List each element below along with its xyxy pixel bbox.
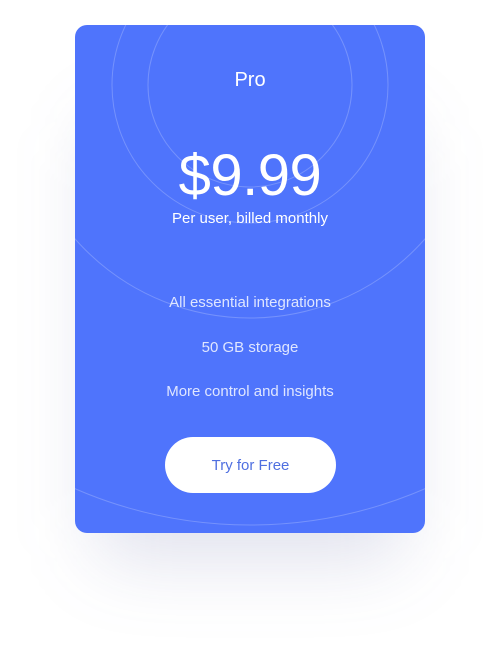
billing-note: Per user, billed monthly	[172, 210, 328, 227]
feature-item: More control and insights	[166, 383, 334, 400]
pricing-page: Pro $9.99 Per user, billed monthly All e…	[0, 0, 500, 658]
plan-price: $9.99	[178, 143, 322, 208]
try-for-free-button[interactable]: Try for Free	[165, 437, 336, 493]
feature-item: All essential integrations	[169, 294, 331, 311]
feature-list: All essential integrations 50 GB storage…	[75, 293, 425, 427]
feature-item: 50 GB storage	[201, 338, 299, 356]
pricing-card-pro: Pro $9.99 Per user, billed monthly All e…	[75, 25, 425, 533]
plan-name: Pro	[234, 69, 266, 91]
